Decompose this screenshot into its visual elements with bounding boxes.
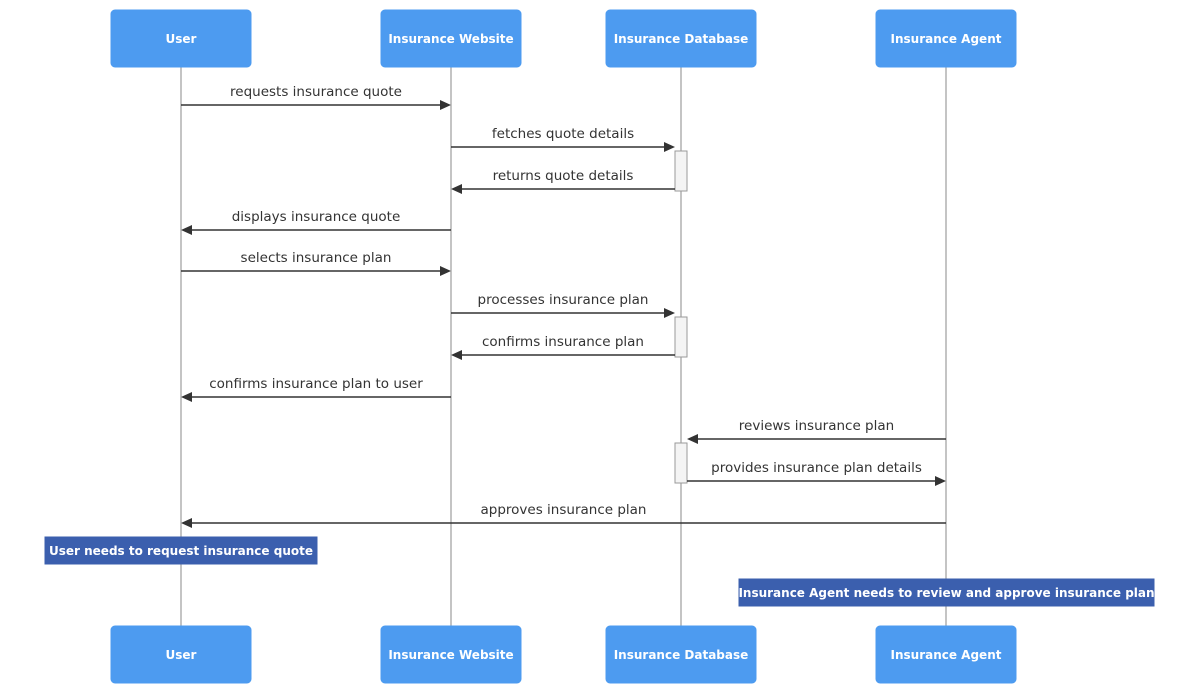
message-4: displays insurance quote bbox=[181, 209, 451, 235]
message-3: returns quote details bbox=[451, 168, 675, 194]
participant-label: Insurance Agent bbox=[891, 648, 1002, 662]
participant-label: Insurance Database bbox=[614, 648, 749, 662]
message-6: processes insurance plan bbox=[451, 292, 675, 318]
participants-top-layer: User Insurance Website Insurance Database I… bbox=[110, 9, 1017, 68]
participant-database-top[interactable]: Insurance Database bbox=[605, 9, 757, 68]
message-label: reviews insurance plan bbox=[739, 418, 894, 434]
message-arrowhead bbox=[687, 434, 698, 444]
message-8: confirms insurance plan to user bbox=[181, 376, 451, 402]
message-label: confirms insurance plan bbox=[482, 334, 644, 350]
message-label: selects insurance plan bbox=[241, 250, 392, 266]
activation-bar-database bbox=[674, 442, 688, 484]
participant-label: Insurance Website bbox=[388, 648, 513, 662]
message-7: confirms insurance plan bbox=[451, 334, 675, 360]
note-label: Insurance Agent needs to review and appr… bbox=[738, 586, 1154, 600]
activation-bar-database bbox=[674, 150, 688, 192]
message-2: fetches quote details bbox=[451, 126, 675, 152]
participant-website-top[interactable]: Insurance Website bbox=[380, 9, 522, 68]
note-agent: Insurance Agent needs to review and appr… bbox=[738, 578, 1155, 607]
participant-label: Insurance Agent bbox=[891, 32, 1002, 46]
participant-website-bottom[interactable]: Insurance Website bbox=[380, 625, 522, 684]
message-10: provides insurance plan details bbox=[687, 460, 946, 486]
messages-layer: requests insurance quote fetches quote de… bbox=[181, 84, 946, 528]
message-arrowhead bbox=[664, 142, 675, 152]
message-label: requests insurance quote bbox=[230, 84, 402, 100]
participant-label: Insurance Database bbox=[614, 32, 749, 46]
message-label: returns quote details bbox=[493, 168, 634, 184]
notes-layer: User needs to request insurance quote Ins… bbox=[44, 536, 1155, 607]
message-5: selects insurance plan bbox=[181, 250, 451, 276]
sequence-diagram-svg: requests insurance quote fetches quote de… bbox=[44, 9, 1155, 684]
message-label: processes insurance plan bbox=[478, 292, 649, 308]
participants-bottom-layer: User Insurance Website Insurance Database I… bbox=[110, 625, 1017, 684]
message-arrowhead bbox=[181, 225, 192, 235]
message-label: displays insurance quote bbox=[232, 209, 401, 225]
activation-bar-database bbox=[674, 316, 688, 358]
message-arrowhead bbox=[451, 350, 462, 360]
message-arrowhead bbox=[935, 476, 946, 486]
participant-label: User bbox=[166, 648, 197, 662]
participant-user-bottom[interactable]: User bbox=[110, 625, 252, 684]
message-arrowhead bbox=[440, 100, 451, 110]
participant-agent-top[interactable]: Insurance Agent bbox=[875, 9, 1017, 68]
message-label: approves insurance plan bbox=[481, 502, 647, 518]
note-label: User needs to request insurance quote bbox=[49, 544, 313, 558]
sequence-diagram-canvas: requests insurance quote fetches quote de… bbox=[0, 0, 1200, 694]
message-arrowhead bbox=[181, 392, 192, 402]
message-label: fetches quote details bbox=[492, 126, 634, 142]
participant-label: Insurance Website bbox=[388, 32, 513, 46]
message-arrowhead bbox=[440, 266, 451, 276]
message-9: reviews insurance plan bbox=[687, 418, 946, 444]
participant-agent-bottom[interactable]: Insurance Agent bbox=[875, 625, 1017, 684]
participant-label: User bbox=[166, 32, 197, 46]
message-11: approves insurance plan bbox=[181, 502, 946, 528]
note-user: User needs to request insurance quote bbox=[44, 536, 318, 565]
message-arrowhead bbox=[664, 308, 675, 318]
participant-database-bottom[interactable]: Insurance Database bbox=[605, 625, 757, 684]
message-1: requests insurance quote bbox=[181, 84, 451, 110]
message-label: confirms insurance plan to user bbox=[209, 376, 423, 392]
message-arrowhead bbox=[451, 184, 462, 194]
message-arrowhead bbox=[181, 518, 192, 528]
participant-user-top[interactable]: User bbox=[110, 9, 252, 68]
message-label: provides insurance plan details bbox=[711, 460, 922, 476]
